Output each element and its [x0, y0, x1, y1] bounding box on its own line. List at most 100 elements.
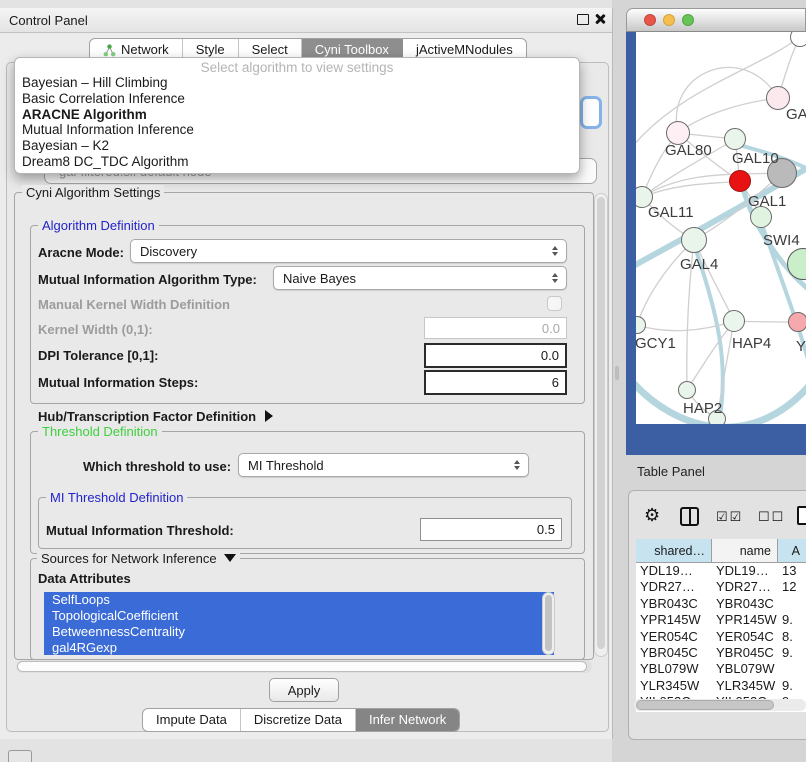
tab-infer-network[interactable]: Infer Network — [356, 709, 459, 731]
zoom-window-icon[interactable] — [682, 14, 694, 26]
float-window-button[interactable] — [577, 14, 589, 25]
tab-infer-network-label: Infer Network — [369, 709, 446, 731]
checked-boxes-icon[interactable]: ☑☑ — [716, 509, 743, 525]
tab-impute-data-label: Impute Data — [156, 709, 227, 731]
table-row[interactable]: YBR045CYBR045C9. — [636, 645, 806, 661]
mi-type-label: Mutual Information Algorithm Type: — [38, 272, 257, 287]
algorithm-option[interactable]: Bayesian – Hill Climbing — [15, 75, 579, 91]
network-node[interactable] — [681, 227, 707, 253]
network-view-window: GAL GAL80 GAL10 GAL1 GAL11 SWI4 GAL4 GCY… — [626, 8, 806, 455]
manual-kernel-checkbox — [547, 296, 562, 311]
which-threshold-combo[interactable]: MI Threshold — [238, 453, 529, 477]
mi-type-value: Naive Bayes — [283, 271, 356, 286]
node-label: SWI4 — [763, 232, 800, 249]
node-label: HAP4 — [732, 335, 771, 352]
settings-horizontal-scrollbar[interactable] — [16, 660, 592, 673]
table-row[interactable]: YLR345WYLR345W9. — [636, 678, 806, 694]
algorithm-definition-title: Algorithm Definition — [38, 218, 159, 233]
close-window-icon[interactable] — [644, 14, 656, 26]
table-row[interactable]: YDL19…YDL19…13 — [636, 563, 806, 579]
page-icon[interactable] — [797, 506, 806, 525]
app-root: Control Panel Network Style Select Cyni … — [0, 0, 806, 762]
control-panel-titlebar: Control Panel — [0, 8, 612, 33]
network-node[interactable] — [724, 128, 746, 150]
algorithm-option[interactable]: Basic Correlation Inference — [15, 91, 579, 107]
minimize-window-icon[interactable] — [663, 14, 675, 26]
algorithm-placeholder: Select algorithm to view settings — [15, 60, 579, 75]
mi-type-combo[interactable]: Naive Bayes — [273, 266, 567, 290]
which-threshold-value: MI Threshold — [248, 458, 324, 473]
network-window-frame: GAL GAL80 GAL10 GAL1 GAL11 SWI4 GAL4 GCY… — [626, 32, 806, 455]
aracne-mode-combo[interactable]: Discovery — [130, 239, 567, 263]
mi-threshold-field[interactable]: 0.5 — [420, 518, 562, 541]
sources-title: Sources for Network Inference — [41, 551, 217, 566]
attribute-item-selected[interactable]: TopologicalCoefficient — [44, 608, 554, 624]
apply-button[interactable]: Apply — [269, 678, 339, 702]
network-tab-icon — [103, 44, 116, 57]
mi-steps-label: Mutual Information Steps: — [38, 375, 198, 390]
combo-arrows-icon — [552, 246, 558, 256]
minimized-panel-button[interactable] — [8, 750, 32, 762]
table-row[interactable]: YDR27…YDR27…12 — [636, 579, 806, 595]
kernel-width-field: 0.0 — [424, 317, 567, 339]
algorithm-option[interactable]: Mutual Information Inference — [15, 122, 579, 138]
attributes-scrollbar[interactable] — [542, 592, 555, 655]
algorithm-combo-fragment[interactable] — [580, 96, 602, 129]
network-node[interactable] — [678, 381, 696, 399]
unchecked-boxes-icon[interactable]: ☐☐ — [758, 509, 785, 525]
split-pane-divider[interactable] — [615, 366, 619, 380]
tab-impute-data[interactable]: Impute Data — [143, 709, 241, 731]
hub-definition-expander[interactable]: Hub/Transcription Factor Definition — [38, 407, 273, 425]
column-header-partial[interactable]: A — [778, 539, 806, 562]
hub-definition-label: Hub/Transcription Factor Definition — [38, 409, 256, 424]
table-row[interactable]: YBR043CYBR043C — [636, 596, 806, 612]
node-label: GCY1 — [636, 335, 676, 352]
attribute-item-selected[interactable]: BetweennessCentrality — [44, 624, 554, 640]
table-row[interactable]: YER054CYER054C8. — [636, 629, 806, 645]
data-attributes-label: Data Attributes — [38, 571, 131, 586]
table-row[interactable]: YPR145WYPR145W9. — [636, 612, 806, 628]
column-header-shared[interactable]: shared… — [636, 539, 712, 562]
threshold-definition-title: Threshold Definition — [38, 424, 162, 439]
expand-right-icon — [265, 410, 273, 422]
dpi-tolerance-field[interactable]: 0.0 — [424, 343, 567, 368]
node-label: GAL1 — [748, 193, 786, 210]
network-canvas[interactable]: GAL GAL80 GAL10 GAL1 GAL11 SWI4 GAL4 GCY… — [636, 32, 806, 424]
network-node[interactable] — [788, 312, 806, 332]
dpi-tolerance-label: DPI Tolerance [0,1]: — [38, 348, 158, 363]
mi-threshold-value: 0.5 — [537, 522, 555, 537]
column-header-name[interactable]: name — [712, 539, 778, 562]
dpi-tolerance-value: 0.0 — [541, 348, 559, 363]
attribute-item-selected[interactable]: SelfLoops — [44, 592, 554, 608]
algorithm-option[interactable]: Bayesian – K2 — [15, 138, 579, 154]
aracne-mode-value: Discovery — [140, 244, 197, 259]
table-horizontal-scrollbar[interactable] — [634, 699, 806, 711]
close-panel-button[interactable] — [594, 13, 606, 25]
algorithm-dropdown-popup: Select algorithm to view settings Bayesi… — [14, 57, 580, 174]
mi-threshold-group-title: MI Threshold Definition — [46, 490, 187, 505]
float-icon — [577, 14, 589, 25]
node-label: HAP2 — [683, 400, 722, 417]
apply-button-label: Apply — [288, 683, 321, 698]
node-label: GAL10 — [732, 150, 779, 167]
table-panel-title: Table Panel — [637, 464, 705, 479]
table-header-row: shared… name A — [636, 539, 806, 563]
attribute-item-selected[interactable]: gal4RGexp — [44, 640, 554, 655]
network-window-titlebar — [626, 8, 806, 32]
sources-expander[interactable]: Sources for Network Inference — [37, 550, 240, 566]
mi-threshold-label: Mutual Information Threshold: — [46, 523, 234, 538]
tab-discretize-data[interactable]: Discretize Data — [241, 709, 356, 731]
tab-discretize-data-label: Discretize Data — [254, 709, 342, 731]
gear-icon[interactable]: ⚙ — [644, 505, 660, 526]
network-node-selected[interactable] — [729, 170, 751, 192]
aracne-mode-label: Aracne Mode: — [38, 245, 124, 260]
split-columns-icon[interactable] — [680, 507, 699, 526]
network-node[interactable] — [723, 310, 745, 332]
settings-vertical-scrollbar[interactable] — [594, 193, 608, 657]
mi-steps-field[interactable]: 6 — [424, 370, 567, 395]
manual-kernel-label: Manual Kernel Width Definition — [38, 297, 230, 312]
table-row[interactable]: YBL079WYBL079W — [636, 661, 806, 677]
algorithm-option-selected[interactable]: ARACNE Algorithm — [15, 107, 579, 123]
combo-arrows-icon — [514, 460, 520, 470]
algorithm-option[interactable]: Dream8 DC_TDC Algorithm — [15, 154, 579, 170]
